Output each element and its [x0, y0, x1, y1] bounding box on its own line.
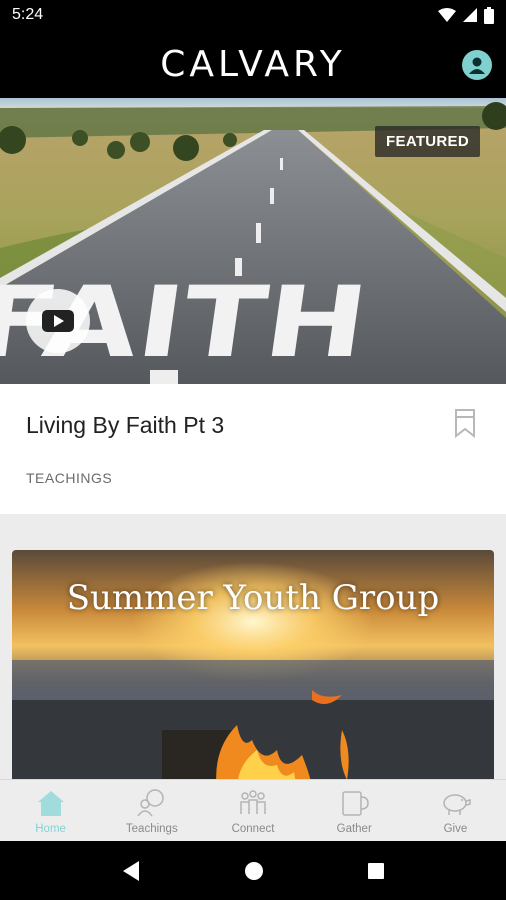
play-icon: [42, 310, 74, 332]
phone-screen: 5:24 CALVARY FAITH FEATURED Living By Fa…: [0, 0, 506, 900]
featured-card[interactable]: FAITH FEATURED Living By Faith Pt 3 TEAC…: [0, 98, 506, 514]
app-title: CALVARY: [160, 43, 346, 85]
bottom-navigation: Home Teachings Connect Gather Give: [0, 779, 506, 841]
teachings-icon: [137, 789, 164, 817]
signal-icon: [463, 8, 477, 22]
account-circle-icon: [469, 57, 485, 74]
battery-icon: [484, 6, 494, 24]
home-circle-icon[interactable]: [244, 861, 264, 881]
status-icons: [438, 6, 494, 24]
event-card[interactable]: Summer Youth Group: [12, 550, 494, 790]
nav-item-teachings[interactable]: Teachings: [101, 780, 202, 841]
bookmark-icon[interactable]: [454, 408, 476, 438]
play-video-button[interactable]: [26, 289, 90, 353]
wifi-icon: [438, 8, 456, 22]
nav-label-gather: Gather: [336, 823, 372, 835]
featured-hero-image[interactable]: FAITH FEATURED: [0, 98, 506, 384]
gather-icon: [342, 791, 369, 816]
event-title: Summer Youth Group: [66, 578, 440, 618]
nav-label-connect: Connect: [231, 823, 275, 835]
nav-item-connect[interactable]: Connect: [202, 780, 303, 841]
status-time: 5:24: [12, 6, 44, 23]
piggy-bank-icon: [443, 794, 472, 815]
featured-title[interactable]: Living By Faith Pt 3: [26, 412, 224, 439]
featured-category: TEACHINGS: [26, 470, 113, 486]
connect-icon: [240, 790, 266, 814]
app-bar: CALVARY: [0, 30, 506, 98]
nav-label-give: Give: [443, 823, 468, 835]
nav-item-give[interactable]: Give: [405, 780, 506, 841]
profile-button[interactable]: [462, 50, 492, 80]
status-bar: 5:24: [0, 0, 506, 30]
back-icon[interactable]: [121, 860, 141, 882]
featured-badge: FEATURED: [375, 126, 480, 157]
nav-item-gather[interactable]: Gather: [304, 780, 405, 841]
nav-item-home[interactable]: Home: [0, 780, 101, 841]
nav-label-teachings: Teachings: [125, 823, 178, 835]
home-icon: [37, 791, 64, 816]
nav-label-home: Home: [35, 823, 66, 835]
recents-icon[interactable]: [367, 862, 385, 880]
system-navigation-bar: [0, 841, 506, 900]
